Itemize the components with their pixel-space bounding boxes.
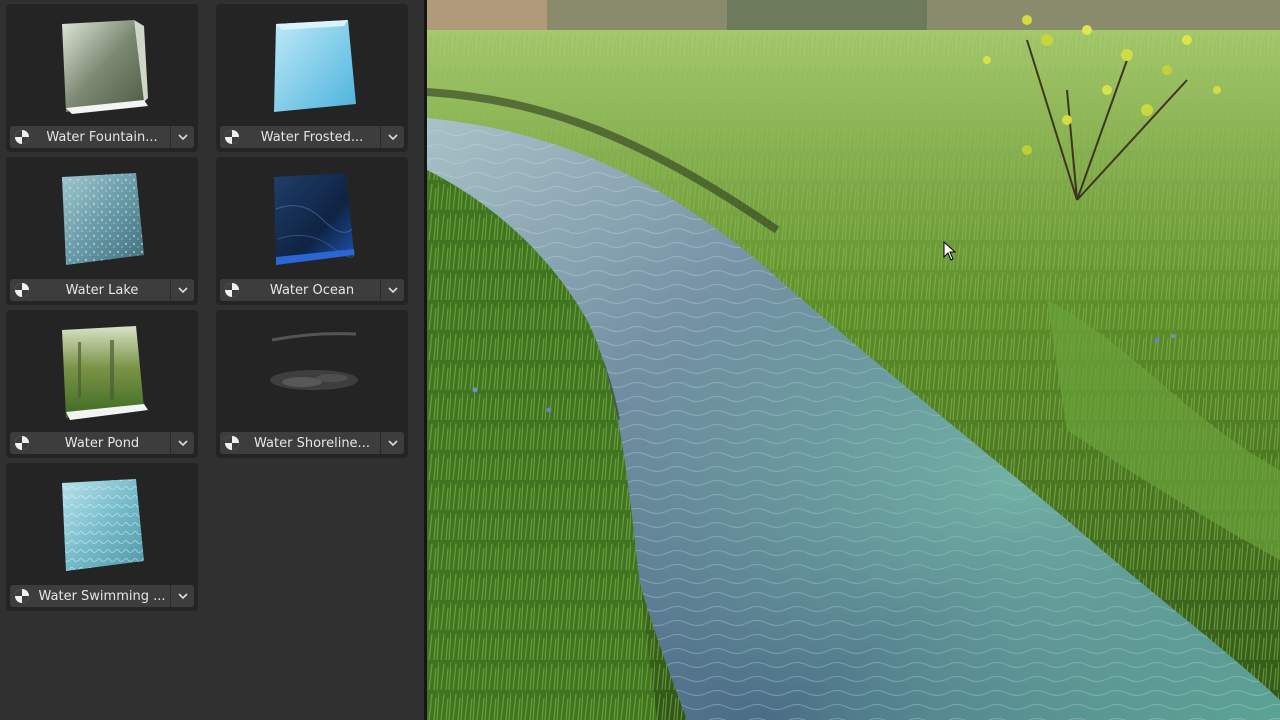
material-card-water-frosted[interactable]: Water Frosted... [216,4,408,152]
material-preview-thumbnail [52,16,152,116]
material-card-water-shoreline[interactable]: Water Shoreline... [216,310,408,458]
material-sphere-icon[interactable] [10,432,34,454]
chevron-down-icon[interactable] [170,432,194,454]
material-name-label: Water Swimming ... [38,588,166,604]
material-name-bar: Water Swimming ... [10,585,194,607]
material-sphere-icon[interactable] [220,126,244,148]
material-sphere-icon[interactable] [10,279,34,301]
material-preview-thumbnail [262,322,362,422]
material-name-label: Water Frosted... [260,129,364,145]
material-name-label: Water Fountain... [46,129,158,145]
material-sphere-icon[interactable] [10,585,34,607]
material-preview-thumbnail [52,322,152,422]
material-name-bar: Water Pond [10,432,194,454]
material-name-label: Water Lake [65,282,139,298]
chevron-down-icon[interactable] [380,126,404,148]
material-name-bar: Water Fountain... [10,126,194,148]
material-name-label: Water Pond [64,435,140,451]
material-card-water-pond[interactable]: Water Pond [6,310,198,458]
material-sphere-icon[interactable] [220,279,244,301]
material-preview-thumbnail [52,169,152,269]
material-name-bar: Water Ocean [220,279,404,301]
material-sphere-icon[interactable] [10,126,34,148]
material-name-bar: Water Lake [10,279,194,301]
material-card-water-fountain[interactable]: Water Fountain... [6,4,198,152]
chevron-down-icon[interactable] [380,279,404,301]
chevron-down-icon[interactable] [380,432,404,454]
material-card-water-ocean[interactable]: Water Ocean [216,157,408,305]
viewport-scene-image [427,0,1280,720]
material-preview-thumbnail [262,16,362,116]
chevron-down-icon[interactable] [170,279,194,301]
chevron-down-icon[interactable] [170,585,194,607]
material-preview-thumbnail [52,475,152,575]
material-card-water-lake[interactable]: Water Lake [6,157,198,305]
material-sphere-icon[interactable] [220,432,244,454]
asset-browser-panel: Water Fountain... Water Frosted... Water… [0,0,424,720]
arrow-cursor-icon [943,241,957,261]
material-name-bar: Water Frosted... [220,126,404,148]
material-preview-thumbnail [262,169,362,269]
material-card-water-swimming[interactable]: Water Swimming ... [6,463,198,611]
material-name-bar: Water Shoreline... [220,432,404,454]
material-name-label: Water Shoreline... [254,435,370,451]
material-name-label: Water Ocean [269,282,355,298]
render-viewport[interactable] [427,0,1280,720]
chevron-down-icon[interactable] [170,126,194,148]
